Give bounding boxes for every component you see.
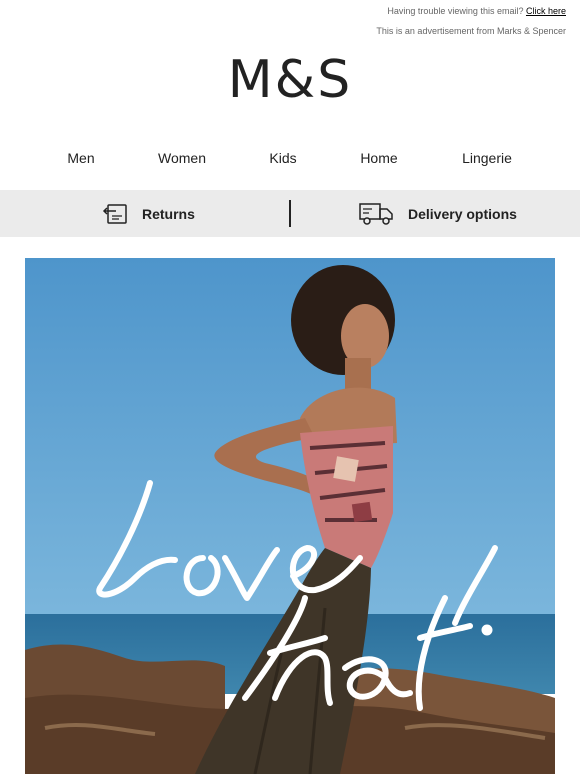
nav-item-kids[interactable]: Kids bbox=[269, 150, 296, 166]
delivery-van-icon bbox=[358, 201, 394, 227]
advertisement-note: This is an advertisement from Marks & Sp… bbox=[376, 26, 566, 36]
nav-item-lingerie[interactable]: Lingerie bbox=[462, 150, 512, 166]
trouble-text: Having trouble viewing this email? bbox=[387, 6, 524, 16]
hero-banner[interactable] bbox=[25, 258, 555, 774]
returns-link[interactable]: Returns bbox=[102, 190, 195, 237]
service-divider bbox=[289, 200, 291, 227]
nav-item-men[interactable]: Men bbox=[67, 150, 94, 166]
nav-item-home[interactable]: Home bbox=[360, 150, 397, 166]
delivery-options-link[interactable]: Delivery options bbox=[358, 190, 517, 237]
category-nav: Men Women Kids Home Lingerie bbox=[0, 150, 580, 172]
returns-label: Returns bbox=[142, 205, 195, 222]
click-here-link[interactable]: Click here bbox=[526, 6, 566, 16]
brand-logo[interactable]: M&S bbox=[0, 50, 580, 110]
hero-image bbox=[25, 258, 555, 774]
logo-text: M&S bbox=[227, 50, 353, 110]
delivery-options-label: Delivery options bbox=[408, 205, 517, 222]
service-bar: Returns Delivery options bbox=[0, 190, 580, 237]
preheader: Having trouble viewing this email? Click… bbox=[376, 4, 566, 38]
returns-icon bbox=[102, 203, 128, 225]
nav-item-women[interactable]: Women bbox=[158, 150, 206, 166]
preheader-trouble-line: Having trouble viewing this email? Click… bbox=[376, 4, 566, 18]
